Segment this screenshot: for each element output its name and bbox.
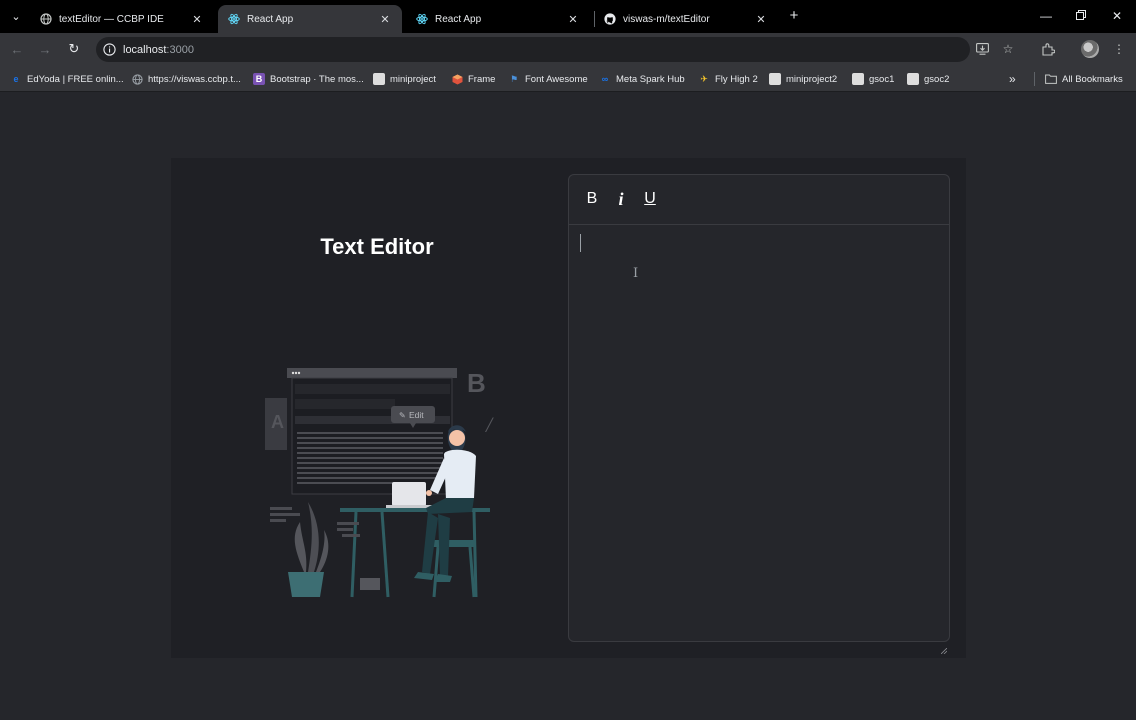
page-icon bbox=[852, 73, 864, 85]
tab-strip: ⌄ textEditor — CCBP IDE ✕ React App ✕ Re… bbox=[0, 0, 1136, 33]
meta-icon: ∞ bbox=[601, 74, 609, 84]
text-editor-illustration: A B / ✎ Edit bbox=[262, 362, 502, 604]
close-icon: ✕ bbox=[1111, 9, 1123, 23]
bookmark-meta-spark[interactable]: ∞ Meta Spark Hub bbox=[599, 70, 685, 88]
tab-github[interactable]: viswas-m/textEditor ✕ bbox=[594, 5, 778, 33]
text-editor: B i U I bbox=[568, 174, 950, 654]
bookmark-label: Bootstrap · The mos... bbox=[270, 73, 364, 85]
close-icon[interactable]: ✕ bbox=[754, 13, 768, 26]
bookmark-label: Font Awesome bbox=[525, 73, 588, 85]
reload-button[interactable]: ↻ bbox=[64, 39, 84, 59]
page-icon bbox=[769, 73, 781, 85]
address-bar[interactable]: localhost:3000 bbox=[96, 37, 970, 62]
restore-button[interactable] bbox=[1068, 5, 1094, 27]
arrow-right-icon: → bbox=[38, 41, 52, 57]
tab-search-button[interactable]: ⌄ bbox=[6, 7, 26, 25]
edyoda-icon: e bbox=[13, 74, 19, 84]
underline-button[interactable]: U bbox=[640, 189, 660, 209]
tab-label: React App bbox=[435, 13, 482, 25]
svg-text:/: / bbox=[484, 412, 494, 437]
bookmark-miniproject2[interactable]: miniproject2 bbox=[769, 70, 837, 88]
text-caret bbox=[580, 234, 581, 252]
bookmark-edyoda[interactable]: e EdYoda | FREE onlin... bbox=[10, 70, 124, 88]
restore-icon bbox=[1076, 9, 1086, 23]
italic-button[interactable]: i bbox=[611, 189, 631, 209]
bold-button[interactable]: B bbox=[582, 189, 602, 209]
all-bookmarks-button[interactable]: All Bookmarks bbox=[1045, 70, 1123, 88]
plus-icon: + bbox=[789, 7, 799, 24]
frame-icon bbox=[451, 73, 463, 85]
profile-avatar[interactable] bbox=[1081, 40, 1099, 58]
more-menu-icon[interactable]: ⋮ bbox=[1110, 40, 1128, 58]
bookmark-font-awesome[interactable]: ⚑ Font Awesome bbox=[508, 70, 588, 88]
github-icon bbox=[604, 13, 616, 25]
globe-icon bbox=[131, 73, 143, 85]
page-title: Text Editor bbox=[320, 234, 434, 259]
formatting-toolbar: B i U bbox=[569, 175, 949, 225]
forward-button[interactable]: → bbox=[35, 39, 55, 59]
bookmark-label: miniproject2 bbox=[786, 73, 838, 85]
close-window-button[interactable]: ✕ bbox=[1104, 5, 1130, 27]
editor-textarea[interactable]: I bbox=[569, 226, 949, 654]
info-icon[interactable] bbox=[102, 43, 116, 57]
install-app-icon[interactable] bbox=[973, 40, 991, 58]
new-tab-button[interactable]: + bbox=[784, 7, 804, 25]
ibeam-cursor-icon: I bbox=[633, 266, 639, 281]
bookmark-frame[interactable]: Frame bbox=[451, 70, 495, 88]
flag-icon: ⚑ bbox=[509, 73, 519, 84]
minimize-icon: — bbox=[1040, 9, 1052, 23]
back-button[interactable]: ← bbox=[7, 39, 27, 59]
page-icon bbox=[373, 73, 385, 85]
bookmark-gsoc1[interactable]: gsoc1 bbox=[852, 70, 894, 88]
arrow-left-icon: ← bbox=[10, 41, 24, 57]
close-icon[interactable]: ✕ bbox=[566, 13, 580, 26]
tab-react-app-active[interactable]: React App ✕ bbox=[218, 5, 402, 33]
react-icon bbox=[416, 13, 428, 25]
tab-label: viswas-m/textEditor bbox=[623, 13, 710, 25]
reload-icon: ↻ bbox=[68, 41, 80, 56]
bootstrap-icon: B bbox=[253, 73, 265, 85]
bookmark-label: Meta Spark Hub bbox=[616, 73, 685, 85]
tab-label: textEditor — CCBP IDE bbox=[59, 13, 164, 25]
folder-icon bbox=[1045, 73, 1057, 85]
chevron-double-right-icon: » bbox=[1009, 72, 1016, 86]
bookmarks-overflow-button[interactable]: » bbox=[1009, 70, 1016, 88]
bookmark-label: EdYoda | FREE onlin... bbox=[27, 73, 124, 85]
globe-icon bbox=[40, 13, 52, 25]
extensions-icon[interactable] bbox=[1039, 40, 1057, 58]
bookmark-label: miniproject bbox=[390, 73, 436, 85]
bookmark-fly-high[interactable]: ✈ Fly High 2 bbox=[698, 70, 758, 88]
bookmarks-divider bbox=[1034, 72, 1035, 86]
bookmark-star-icon[interactable]: ☆ bbox=[999, 40, 1017, 58]
illustration-edit-label: Edit bbox=[409, 410, 424, 420]
bookmark-gsoc2[interactable]: gsoc2 bbox=[907, 70, 949, 88]
bookmark-label: Fly High 2 bbox=[715, 73, 758, 85]
bookmark-viswas-ccbp[interactable]: https://viswas.ccbp.t... bbox=[131, 70, 241, 88]
bookmark-bootstrap[interactable]: B Bootstrap · The mos... bbox=[253, 70, 364, 88]
close-icon[interactable]: ✕ bbox=[378, 13, 392, 26]
url-port: :3000 bbox=[166, 43, 194, 56]
react-icon bbox=[228, 13, 240, 25]
minimize-button[interactable]: — bbox=[1033, 5, 1059, 27]
svg-text:✎: ✎ bbox=[399, 411, 406, 420]
browser-toolbar: ← → ↻ localhost:3000 ☆ ⋮ bbox=[0, 33, 1136, 66]
tab-ccbp-ide[interactable]: textEditor — CCBP IDE ✕ bbox=[30, 5, 214, 33]
bookmark-label: gsoc2 bbox=[924, 73, 950, 85]
resize-grip-icon[interactable] bbox=[941, 648, 947, 654]
url-host: localhost bbox=[123, 43, 167, 56]
bookmark-label: gsoc1 bbox=[869, 73, 895, 85]
page-icon bbox=[907, 73, 919, 85]
close-icon[interactable]: ✕ bbox=[190, 13, 204, 26]
tab-react-app[interactable]: React App ✕ bbox=[406, 5, 590, 33]
bookmark-miniproject[interactable]: miniproject bbox=[373, 70, 436, 88]
tab-label: React App bbox=[247, 13, 294, 25]
all-bookmarks-label: All Bookmarks bbox=[1062, 73, 1123, 85]
bookmark-label: https://viswas.ccbp.t... bbox=[148, 73, 241, 85]
bookmark-label: Frame bbox=[468, 73, 496, 85]
plane-icon: ✈ bbox=[700, 73, 708, 84]
illustration-b-letter: B bbox=[467, 368, 486, 398]
chevron-down-icon: ⌄ bbox=[11, 10, 21, 23]
illustration-a-letter: A bbox=[271, 412, 284, 432]
bookmarks-bar: e EdYoda | FREE onlin... https://viswas.… bbox=[0, 66, 1136, 92]
